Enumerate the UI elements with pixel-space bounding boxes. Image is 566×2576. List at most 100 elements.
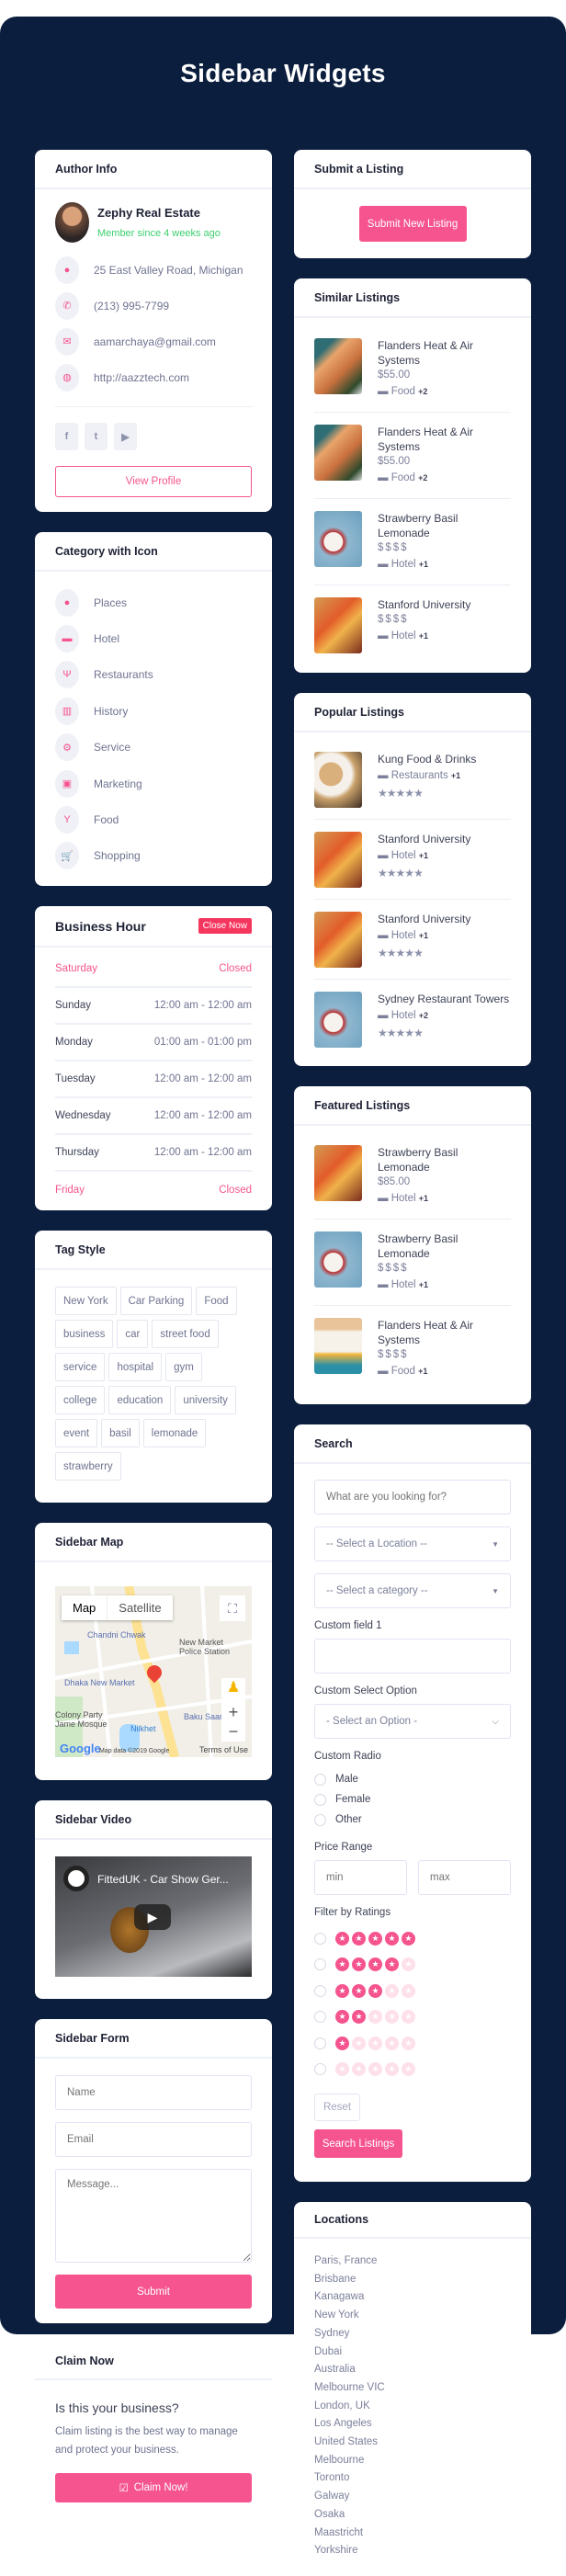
price-min-input[interactable] [314, 1860, 407, 1895]
listing-category[interactable]: ▬ Restaurants +1 [378, 766, 476, 785]
satellite-tab[interactable]: Satellite [107, 1595, 172, 1621]
zoom-in-button[interactable]: + [221, 1703, 245, 1722]
listing-thumbnail[interactable] [314, 912, 362, 968]
location-link[interactable]: Toronto [314, 2469, 511, 2488]
listing-title[interactable]: Flanders Heat & Air Systems [378, 425, 511, 454]
tag[interactable]: university [175, 1386, 236, 1415]
radio-circle[interactable] [314, 1932, 326, 1945]
category-item-marketing[interactable]: ▣ Marketing [55, 766, 252, 801]
tag[interactable]: New York [55, 1287, 117, 1316]
listing-category[interactable]: ▬ Hotel +1 [378, 1189, 511, 1208]
listing-item[interactable]: Strawberry Basil Lemonade $85.00 ▬ Hotel +… [314, 1133, 511, 1220]
location-link[interactable]: Paris, France [314, 2253, 511, 2271]
contact-item[interactable]: ◍ http://aazztech.com [55, 359, 252, 395]
contact-text[interactable]: aamarchaya@gmail.com [94, 335, 216, 348]
contact-item[interactable]: ✉ aamarchaya@gmail.com [55, 323, 252, 359]
tag[interactable]: event [55, 1419, 98, 1448]
listing-item[interactable]: Flanders Heat & Air Systems $$$$ ▬ Food +1 [314, 1306, 511, 1391]
location-link[interactable]: Galway [314, 2488, 511, 2506]
youtube-icon[interactable]: ▶ [114, 423, 137, 450]
radio-circle[interactable] [314, 1773, 326, 1786]
location-link[interactable]: Kanagawa [314, 2288, 511, 2307]
listing-category[interactable]: ▬ Hotel +1 [378, 846, 470, 865]
zoom-out-button[interactable]: − [221, 1722, 245, 1742]
listing-category[interactable]: ▬ Hotel +2 [378, 1006, 509, 1025]
tag[interactable]: basil [101, 1419, 140, 1448]
listing-thumbnail[interactable] [314, 1145, 362, 1201]
pegman-icon[interactable]: ♟ [221, 1678, 245, 1707]
location-link[interactable]: Australia [314, 2361, 511, 2379]
search-listings-button[interactable]: Search Listings [314, 2129, 402, 2158]
listing-title[interactable]: Flanders Heat & Air Systems [378, 1318, 511, 1347]
listing-title[interactable]: Strawberry Basil Lemonade [378, 1231, 511, 1261]
email-input[interactable] [55, 2122, 252, 2158]
listing-category[interactable]: ▬ Food +1 [378, 1362, 511, 1380]
tag[interactable]: lemonade [142, 1419, 207, 1448]
tag[interactable]: street food [152, 1320, 219, 1349]
twitter-icon[interactable]: t [85, 423, 108, 450]
submit-button[interactable]: Submit [55, 2275, 252, 2309]
radio-circle[interactable] [314, 2037, 326, 2049]
location-select[interactable]: -- Select a Location -- ▼ [314, 1526, 511, 1561]
listing-title[interactable]: Stanford University [378, 832, 470, 846]
contact-text[interactable]: http://aazztech.com [94, 371, 189, 384]
listing-thumbnail[interactable] [314, 425, 362, 481]
contact-item[interactable]: ● 25 East Valley Road, Michigan [55, 252, 252, 288]
name-input[interactable] [55, 2075, 252, 2111]
tag[interactable]: Food [196, 1287, 237, 1316]
listing-item[interactable]: Stanford University $$$$ ▬ Hotel +1 [314, 585, 511, 664]
tag[interactable]: service [55, 1353, 106, 1382]
map-tab[interactable]: Map [62, 1595, 107, 1620]
rating-filter-option[interactable]: ★ ★ ★ ★ ★ [314, 1978, 511, 2004]
contact-item[interactable]: ✆ (213) 995-7799 [55, 288, 252, 323]
radio-circle[interactable] [314, 1984, 326, 1997]
rating-filter-option[interactable]: ★ ★ ★ ★ ★ [314, 1952, 511, 1979]
contact-text[interactable]: (213) 995-7799 [94, 300, 169, 312]
contact-text[interactable]: 25 East Valley Road, Michigan [94, 264, 243, 277]
listing-title[interactable]: Sydney Restaurant Towers [378, 992, 509, 1006]
location-link[interactable]: London, UK [314, 2398, 511, 2416]
radio-circle[interactable] [314, 1793, 326, 1806]
listing-item[interactable]: Stanford University ▬ Hotel +1 ★★★★★ [314, 820, 511, 900]
facebook-icon[interactable]: f [55, 423, 78, 450]
category-item-hotel[interactable]: ▬ Hotel [55, 620, 252, 656]
category-item-food[interactable]: Y Food [55, 801, 252, 837]
tag[interactable]: strawberry [55, 1452, 121, 1481]
category-item-history[interactable]: ▥ History [55, 693, 252, 729]
tag[interactable]: hospital [108, 1353, 163, 1382]
listing-item[interactable]: Strawberry Basil Lemonade $$$$ ▬ Hotel +1 [314, 1220, 511, 1306]
location-link[interactable]: Brisbane [314, 2271, 511, 2289]
location-link[interactable]: Osaka [314, 2506, 511, 2525]
location-link[interactable]: Los Angeles [314, 2415, 511, 2434]
message-textarea[interactable] [55, 2169, 252, 2264]
listing-item[interactable]: Sydney Restaurant Towers ▬ Hotel +2 ★★★★★ [314, 980, 511, 1059]
location-link[interactable]: Dubai [314, 2343, 511, 2362]
map[interactable]: Map Satellite ⛶ Chandni Chwak New Market… [55, 1586, 252, 1758]
listing-title[interactable]: Stanford University [378, 912, 470, 926]
radio-circle[interactable] [314, 1813, 326, 1826]
location-link[interactable]: Yorkshire [314, 2542, 511, 2560]
listing-category[interactable]: ▬ Food +2 [378, 382, 511, 401]
listing-thumbnail[interactable] [314, 992, 362, 1048]
radio-circle[interactable] [314, 2063, 326, 2076]
tag[interactable]: college [55, 1386, 106, 1415]
custom-select[interactable]: - Select an Option - ⌵ [314, 1704, 511, 1739]
listing-category[interactable]: ▬ Hotel +1 [378, 555, 511, 573]
listing-title[interactable]: Strawberry Basil Lemonade [378, 511, 511, 540]
radio-option-male[interactable]: Male [314, 1769, 511, 1789]
listing-thumbnail[interactable] [314, 338, 362, 394]
location-link[interactable]: Maastricht [314, 2525, 511, 2543]
listing-item[interactable]: Kung Food & Drinks ▬ Restaurants +1 ★★★★★ [314, 740, 511, 820]
submit-new-listing-button[interactable]: Submit New Listing [358, 206, 467, 242]
tag[interactable]: Car Parking [119, 1287, 193, 1316]
reset-button[interactable]: Reset [314, 2094, 360, 2121]
rating-filter-option[interactable]: ★ ★ ★ ★ ★ [314, 2030, 511, 2057]
listing-item[interactable]: Flanders Heat & Air Systems $55.00 ▬ Food … [314, 326, 511, 413]
category-item-service[interactable]: ⚙ Service [55, 730, 252, 766]
search-query-input[interactable] [314, 1480, 511, 1515]
location-link[interactable]: New York [314, 2307, 511, 2325]
tag[interactable]: gym [165, 1353, 202, 1382]
author-name[interactable]: Zephy Real Estate [97, 206, 221, 220]
terms-link[interactable]: Terms of Use [199, 1745, 248, 1754]
rating-filter-option[interactable]: ★ ★ ★ ★ ★ [314, 2057, 511, 2083]
